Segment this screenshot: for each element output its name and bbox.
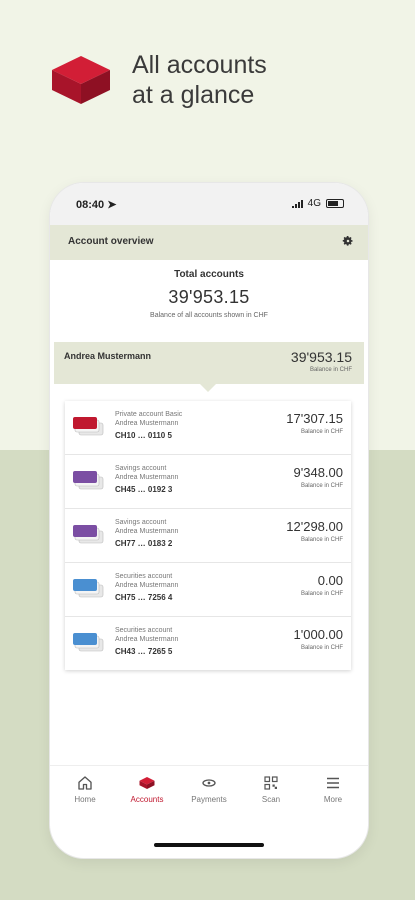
tab-more[interactable]: More [302, 774, 364, 804]
total-accounts-summary: Total accounts 39'953.15 Balance of all … [50, 269, 368, 319]
promo-header: All accounts at a glance [50, 50, 267, 110]
account-item[interactable]: Savings account Andrea Mustermann CH45 …… [65, 455, 351, 509]
savings-card-icon [73, 471, 104, 490]
status-indicators: 4G [291, 198, 344, 209]
account-list: Private account Basic Andrea Mustermann … [65, 401, 351, 670]
account-type: Savings account [115, 465, 167, 472]
account-balance-note: Balance in CHF [300, 429, 343, 435]
account-iban: CH45 … 0192 3 [115, 485, 173, 494]
promo-title-line1: All accounts [132, 51, 267, 79]
account-type: Securities account [115, 627, 173, 634]
gear-icon[interactable] [342, 235, 354, 247]
home-icon [78, 776, 92, 790]
account-balance: 1'000.00 [293, 627, 343, 642]
signal-icon [291, 199, 303, 208]
account-item[interactable]: Securities account Andrea Mustermann CH4… [65, 617, 351, 670]
tab-accounts-label: Accounts [130, 795, 164, 804]
securities-card-icon [73, 633, 104, 652]
location-arrow-icon: ➤ [107, 199, 117, 211]
account-balance-note: Balance in CHF [300, 537, 343, 543]
promo-title-line2: at a glance [132, 81, 255, 109]
total-accounts-amount: 39'953.15 [168, 287, 250, 307]
account-holder: Andrea Mustermann [115, 636, 179, 643]
account-type: Securities account [115, 573, 173, 580]
account-balance-note: Balance in CHF [300, 591, 343, 597]
home-indicator [154, 843, 264, 847]
owner-note: Balance in CHF [309, 367, 352, 373]
account-balance: 17'307.15 [286, 411, 343, 426]
account-item[interactable]: Savings account Andrea Mustermann CH77 …… [65, 509, 351, 563]
payments-icon [202, 779, 216, 787]
tab-home[interactable]: Home [54, 774, 116, 804]
account-iban: CH10 … 0110 5 [115, 431, 172, 440]
network-label: 4G [307, 198, 321, 209]
scan-icon [264, 776, 278, 790]
account-iban: CH43 … 7265 5 [115, 647, 173, 656]
account-iban: CH77 … 0183 2 [115, 539, 173, 548]
status-bar: 08:40 ➤ 4G [50, 183, 368, 225]
owner-name: Andrea Mustermann [64, 351, 152, 361]
account-type: Private account Basic [115, 411, 183, 418]
tab-more-label: More [323, 795, 343, 804]
bottom-tab-bar: Home Accounts Payments Scan More [50, 765, 368, 826]
account-item[interactable]: Private account Basic Andrea Mustermann … [65, 401, 351, 455]
savings-card-icon [73, 525, 104, 544]
accounts-icon [139, 777, 155, 789]
owner-row[interactable]: Andrea Mustermann 39'953.15 Balance in C… [54, 342, 364, 384]
tab-scan[interactable]: Scan [240, 774, 302, 804]
account-holder: Andrea Mustermann [115, 528, 179, 535]
status-time: 08:40 ➤ [76, 198, 116, 211]
status-time-text: 08:40 [76, 199, 105, 211]
tab-payments-label: Payments [191, 795, 227, 804]
bank-logo-icon [52, 56, 110, 104]
promo-title: All accounts at a glance [132, 50, 267, 110]
account-balance-note: Balance in CHF [300, 645, 343, 651]
account-item[interactable]: Securities account Andrea Mustermann CH7… [65, 563, 351, 617]
total-accounts-label: Total accounts [174, 269, 244, 280]
account-balance-note: Balance in CHF [300, 483, 343, 489]
tab-scan-label: Scan [261, 795, 281, 804]
account-balance: 12'298.00 [286, 519, 343, 534]
owner-amount: 39'953.15 [290, 349, 352, 365]
menu-icon [327, 777, 339, 789]
private-card-icon [73, 417, 104, 436]
account-holder: Andrea Mustermann [115, 582, 179, 589]
battery-icon [326, 199, 344, 208]
page-title: Account overview [68, 236, 154, 247]
app-bar: Account overview [50, 225, 368, 260]
securities-card-icon [73, 579, 104, 598]
owner-row-pointer [200, 384, 216, 392]
tab-accounts[interactable]: Accounts [116, 774, 178, 804]
account-holder: Andrea Mustermann [115, 420, 179, 427]
account-iban: CH75 … 7256 4 [115, 593, 173, 602]
account-balance: 9'348.00 [293, 465, 343, 480]
tab-home-label: Home [74, 795, 96, 804]
total-accounts-note: Balance of all accounts shown in CHF [150, 312, 268, 319]
account-balance: 0.00 [317, 573, 343, 588]
phone-screen: 08:40 ➤ 4G Account overview Total accoun… [50, 183, 368, 858]
account-type: Savings account [115, 519, 167, 526]
tab-payments[interactable]: Payments [178, 774, 240, 804]
account-holder: Andrea Mustermann [115, 474, 179, 481]
